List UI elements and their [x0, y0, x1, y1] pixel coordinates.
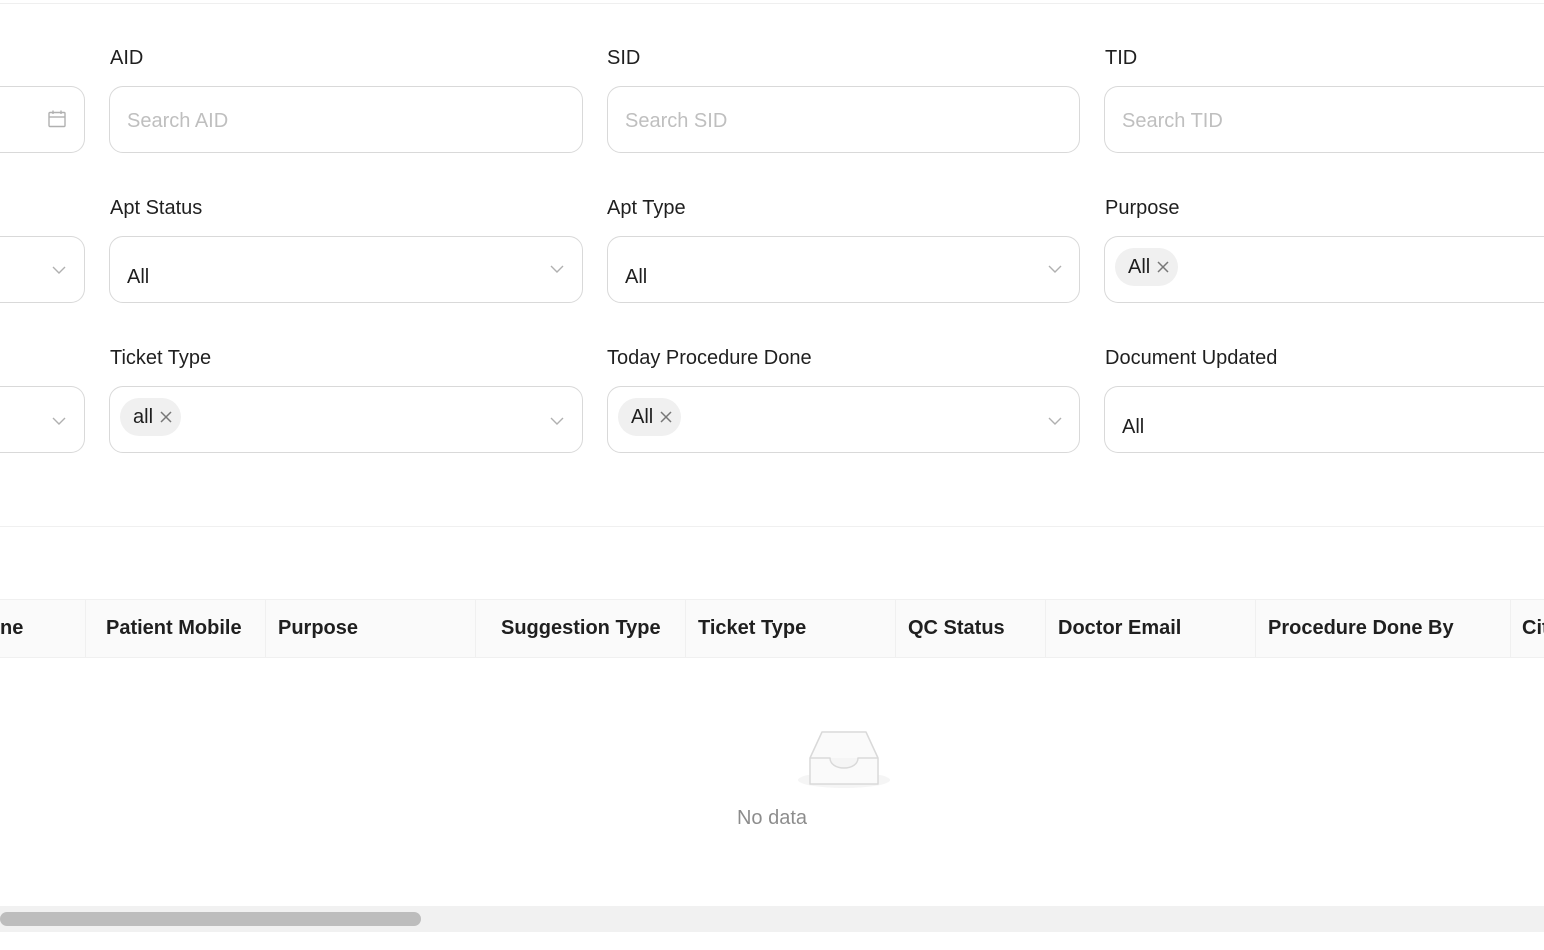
- column-separator: [1510, 600, 1511, 657]
- section-divider: [0, 526, 1544, 527]
- apt-type-value: All: [625, 266, 648, 288]
- chevron-down-icon: [51, 262, 67, 278]
- aid-search-input[interactable]: Search AID: [109, 86, 583, 153]
- sid-search-input[interactable]: Search SID: [607, 86, 1080, 153]
- document-updated-value: All: [1122, 416, 1145, 438]
- apt-status-select[interactable]: All: [109, 236, 583, 303]
- purpose-label: Purpose: [1105, 197, 1180, 219]
- column-header-doctor-email[interactable]: Doctor Email: [1058, 600, 1248, 657]
- empty-state-text: No data: [736, 807, 808, 829]
- close-icon[interactable]: [659, 410, 673, 424]
- date-range-input[interactable]: [0, 86, 85, 153]
- tid-search-input[interactable]: Search TID: [1104, 86, 1544, 153]
- column-separator: [85, 600, 86, 657]
- ticket-type-select[interactable]: all: [109, 386, 583, 453]
- top-divider: [0, 3, 1544, 4]
- chevron-down-icon: [549, 413, 565, 429]
- today-procedure-done-tag: All: [618, 398, 682, 436]
- today-procedure-done-tag-label: All: [631, 405, 654, 428]
- ticket-type-label: Ticket Type: [110, 347, 212, 369]
- aid-label: AID: [110, 47, 144, 69]
- left-select-row3[interactable]: [0, 386, 85, 453]
- today-procedure-done-label: Today Procedure Done: [607, 347, 812, 369]
- table-header: ne Patient Mobile Purpose Suggestion Typ…: [0, 599, 1544, 658]
- chevron-down-icon: [1047, 413, 1063, 429]
- column-header-purpose[interactable]: Purpose: [278, 600, 468, 657]
- column-header-ticket-type[interactable]: Ticket Type: [698, 600, 888, 657]
- left-select-row2[interactable]: [0, 236, 85, 303]
- column-separator: [685, 600, 686, 657]
- apt-status-value: All: [127, 266, 150, 288]
- column-header-suggestion-type[interactable]: Suggestion Type: [501, 600, 681, 657]
- apt-type-select[interactable]: All: [607, 236, 1080, 303]
- chevron-down-icon: [1047, 261, 1063, 277]
- column-header-qc-status[interactable]: QC Status: [908, 600, 1038, 657]
- column-header-patient-mobile[interactable]: Patient Mobile: [106, 600, 264, 657]
- empty-inbox-icon: [796, 728, 892, 792]
- sid-label: SID: [607, 47, 641, 69]
- calendar-icon[interactable]: [47, 109, 67, 129]
- tid-placeholder: Search TID: [1122, 110, 1223, 132]
- purpose-tag: All: [1115, 248, 1179, 286]
- purpose-tag-label: All: [1128, 255, 1151, 278]
- aid-placeholder: Search AID: [127, 110, 229, 132]
- horizontal-scrollbar-thumb[interactable]: [0, 912, 421, 926]
- apt-status-label: Apt Status: [110, 197, 203, 219]
- today-procedure-done-select[interactable]: All: [607, 386, 1080, 453]
- column-header-city[interactable]: Cit: [1522, 600, 1544, 657]
- column-separator: [265, 600, 266, 657]
- apt-type-label: Apt Type: [607, 197, 686, 219]
- column-separator: [1045, 600, 1046, 657]
- sid-placeholder: Search SID: [625, 110, 728, 132]
- column-separator: [475, 600, 476, 657]
- ticket-type-tag: all: [120, 398, 182, 436]
- column-header[interactable]: ne: [0, 600, 85, 657]
- column-separator: [895, 600, 896, 657]
- chevron-down-icon: [51, 413, 67, 429]
- column-separator: [1255, 600, 1256, 657]
- tid-label: TID: [1105, 47, 1138, 69]
- column-header-procedure-done-by[interactable]: Procedure Done By: [1268, 600, 1503, 657]
- close-icon[interactable]: [1156, 260, 1170, 274]
- close-icon[interactable]: [159, 410, 173, 424]
- document-updated-select[interactable]: All: [1104, 386, 1544, 453]
- purpose-select[interactable]: All: [1104, 236, 1544, 303]
- chevron-down-icon: [549, 261, 565, 277]
- document-updated-label: Document Updated: [1105, 347, 1278, 369]
- ticket-type-tag-label: all: [133, 405, 154, 428]
